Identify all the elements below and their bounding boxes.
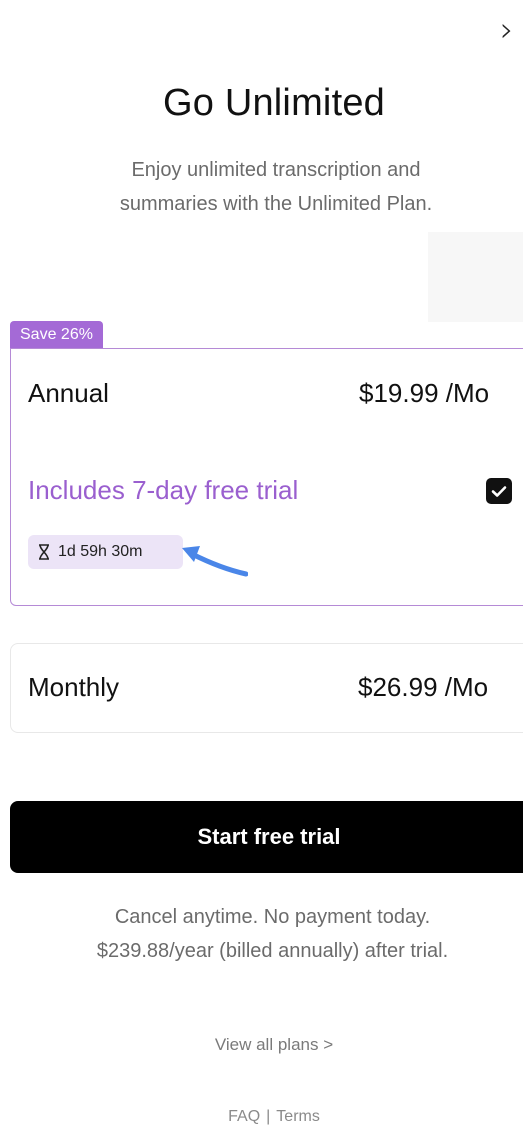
fine-print: Cancel anytime. No payment today. $239.8… [0,900,523,968]
start-free-trial-button[interactable]: Start free trial [10,801,523,873]
close-button[interactable]: › [500,10,523,50]
free-trial-label: Includes 7-day free trial [28,475,299,505]
subtitle-line-2: summaries with the Unlimited Plan. [119,193,433,215]
view-all-plans-link[interactable]: View all plans > [0,1035,523,1055]
hourglass-icon [38,544,50,560]
fine-print-line-2: $239.88/year (billed annually) after tri… [96,940,449,962]
placeholder-image [428,232,523,322]
terms-link[interactable]: Terms [276,1108,320,1125]
fine-print-line-1: Cancel anytime. No payment today. [114,906,431,928]
footer-links: FAQ | Terms [0,1108,523,1126]
monthly-plan-price: $26.99 /Mo [358,672,489,702]
footer-separator: | [266,1108,271,1125]
save-badge: Save 26% [10,321,103,349]
annual-plan-name: Annual [28,378,109,408]
chevron-right-icon: › [500,10,514,50]
annotation-arrow-icon [182,546,248,577]
page-title: Go Unlimited [162,82,386,124]
page-subtitle: Enjoy unlimited transcription and summar… [0,153,523,221]
subtitle-line-1: Enjoy unlimited transcription and [131,159,421,181]
free-trial-checkbox[interactable] [486,478,512,504]
annual-plan-price: $19.99 /Mo [359,378,490,408]
checkmark-icon [491,486,507,497]
countdown-text: 1d 59h 30m [58,543,143,560]
countdown-timer: 1d 59h 30m [28,535,183,569]
monthly-plan-name: Monthly [28,672,120,702]
faq-link[interactable]: FAQ [228,1108,260,1125]
